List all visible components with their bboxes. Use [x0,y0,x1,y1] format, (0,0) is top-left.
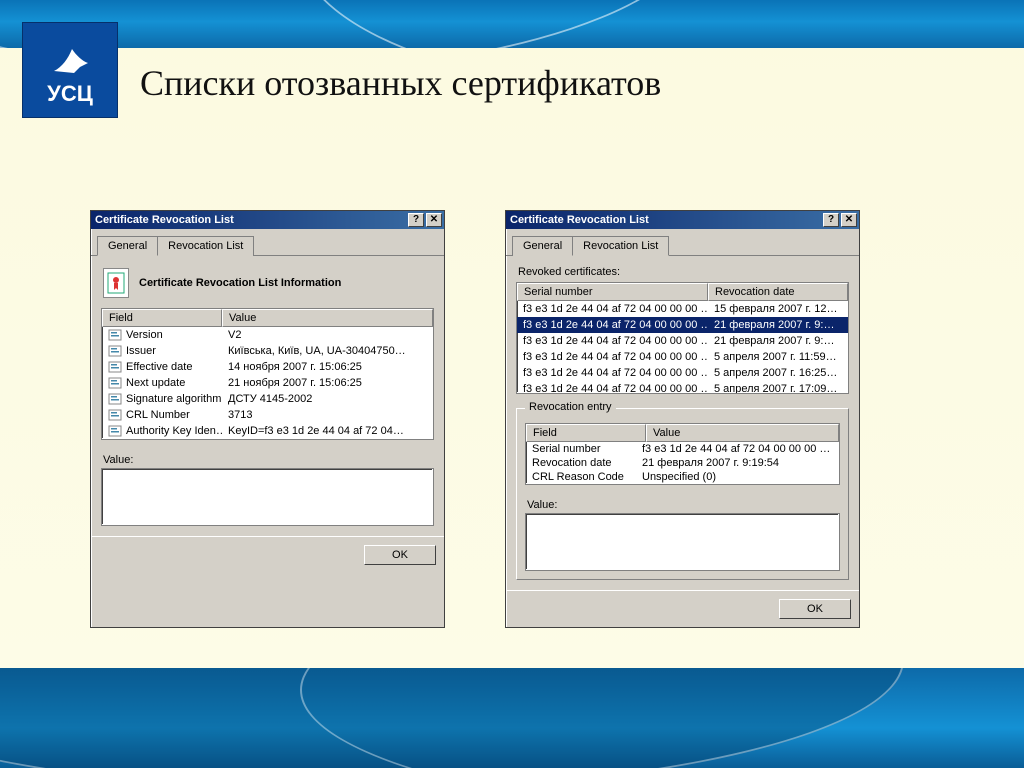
slide-top-banner [0,0,1024,48]
tabstrip: General Revocation List [91,229,444,256]
close-button[interactable]: ✕ [841,213,857,227]
slide-bottom-banner [0,668,1024,768]
ok-button[interactable]: OK [779,599,851,619]
logo-text: УСЦ [47,81,93,107]
field-icon [108,361,122,373]
crl-dialog-revlist: Certificate Revocation List ? ✕ General … [505,210,860,628]
field-icon [108,409,122,421]
column-field[interactable]: Field [102,309,222,327]
titlebar[interactable]: Certificate Revocation List ? ✕ [506,211,859,229]
revoked-certs-listview[interactable]: Serial number Revocation date f3 e3 1d 2… [516,282,849,394]
field-icon [108,345,122,357]
list-row[interactable]: f3 e3 1d 2e 44 04 af 72 04 00 00 00 …21 … [517,317,848,333]
certificate-icon [103,268,129,298]
list-row[interactable]: Authority Key Iden…KeyID=f3 e3 1d 2e 44 … [102,423,433,439]
list-row[interactable]: Signature algorithmДСТУ 4145-2002 [102,391,433,407]
list-row[interactable]: f3 e3 1d 2e 44 04 af 72 04 00 00 00 …5 а… [517,365,848,381]
crl-fields-listview[interactable]: Field Value VersionV2IssuerКиївська, Киї… [101,308,434,440]
slide-title: Списки отозванных сертификатов [140,62,661,104]
help-button[interactable]: ? [823,213,839,227]
field-icon [108,393,122,405]
list-row[interactable]: CRL Number3713 [102,407,433,423]
list-row[interactable]: Revocation date21 февраля 2007 г. 9:19:5… [526,456,839,470]
list-row[interactable]: VersionV2 [102,327,433,343]
titlebar[interactable]: Certificate Revocation List ? ✕ [91,211,444,229]
field-icon [108,377,122,389]
list-row[interactable]: Effective date14 ноября 2007 г. 15:06:25 [102,359,433,375]
revoked-certs-label: Revoked certificates: [518,266,849,278]
value-label: Value: [103,454,432,466]
ok-button[interactable]: OK [364,545,436,565]
revocation-entry-listview[interactable]: Field Value Serial numberf3 e3 1d 2e 44 … [525,423,840,485]
column-value[interactable]: Value [646,424,839,442]
tab-general[interactable]: General [512,236,573,256]
help-button[interactable]: ? [408,213,424,227]
list-row[interactable]: Serial numberf3 e3 1d 2e 44 04 af 72 04 … [526,442,839,456]
list-row[interactable]: f3 e3 1d 2e 44 04 af 72 04 00 00 00 …5 а… [517,381,848,393]
usc-logo: УСЦ [22,22,118,118]
list-row[interactable]: f3 e3 1d 2e 44 04 af 72 04 00 00 00 …21 … [517,333,848,349]
tabstrip: General Revocation List [506,229,859,256]
field-icon [108,329,122,341]
value-textbox[interactable] [101,468,434,526]
window-title: Certificate Revocation List [510,214,649,226]
list-row[interactable]: f3 e3 1d 2e 44 04 af 72 04 00 00 00 …15 … [517,301,848,317]
value-label: Value: [527,499,838,511]
tab-general[interactable]: General [97,236,158,256]
list-row[interactable]: IssuerКиївська, Київ, UA, UA-30404750… [102,343,433,359]
crl-dialog-general: Certificate Revocation List ? ✕ General … [90,210,445,628]
close-button[interactable]: ✕ [426,213,442,227]
column-serial[interactable]: Serial number [517,283,708,301]
window-title: Certificate Revocation List [95,214,234,226]
crl-info-heading: Certificate Revocation List Information [103,268,434,298]
tab-revocation-list[interactable]: Revocation List [572,236,669,256]
list-row[interactable]: CRL Reason CodeUnspecified (0) [526,470,839,484]
list-row[interactable]: f3 e3 1d 2e 44 04 af 72 04 00 00 00 …5 а… [517,349,848,365]
list-row[interactable]: Next update21 ноября 2007 г. 15:06:25 [102,375,433,391]
bird-icon [48,37,92,77]
revocation-entry-group: Revocation entry Field Value Serial numb… [516,408,849,580]
tab-revocation-list[interactable]: Revocation List [157,236,254,256]
value-textbox[interactable] [525,513,840,571]
field-icon [108,425,122,437]
column-field[interactable]: Field [526,424,646,442]
column-value[interactable]: Value [222,309,433,327]
column-revdate[interactable]: Revocation date [708,283,848,301]
